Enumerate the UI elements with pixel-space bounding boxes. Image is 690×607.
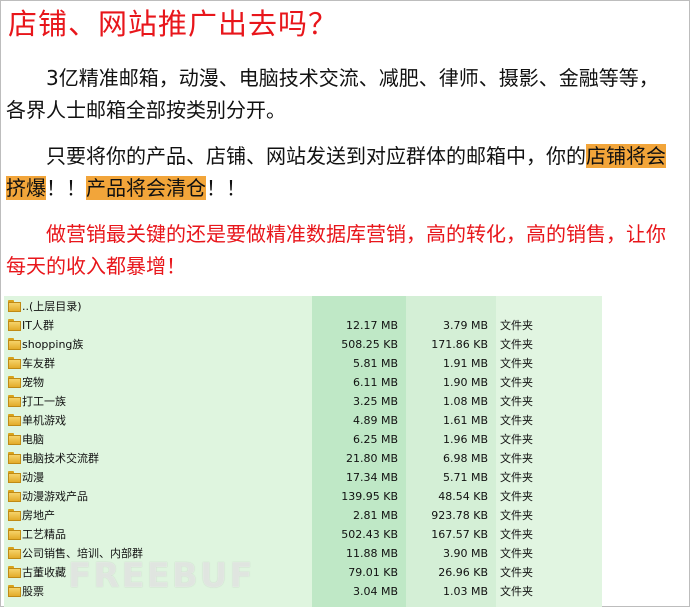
file-name: 股票 (22, 585, 44, 598)
file-name: 古董收藏 (22, 566, 66, 579)
file-row[interactable]: 房地产 2.81 MB 923.78 KB 文件夹 (4, 506, 602, 525)
file-row[interactable]: 工艺精品 502.43 KB 167.57 KB 文件夹 (4, 525, 602, 544)
file-name: IT人群 (22, 319, 54, 332)
file-size: 508.25 KB (341, 338, 398, 351)
pitch-exclaim-1: ！！ (46, 176, 86, 200)
file-type: 文件夹 (500, 414, 533, 427)
file-size: 6.25 MB (352, 433, 398, 446)
file-name: 电脑技术交流群 (22, 452, 99, 465)
folder-icon (8, 509, 21, 521)
file-row[interactable]: 动漫 17.34 MB 5.71 MB 文件夹 (4, 468, 602, 487)
file-name: 单机游戏 (22, 414, 66, 427)
file-type: 文件夹 (500, 376, 533, 389)
file-size: 3.04 MB (352, 585, 398, 598)
file-row[interactable]: 单机游戏 4.89 MB 1.61 MB 文件夹 (4, 411, 602, 430)
file-row[interactable]: shopping族 508.25 KB 171.86 KB 文件夹 (4, 335, 602, 354)
folder-icon (8, 395, 21, 407)
file-name: 工艺精品 (22, 528, 66, 541)
file-compressed-size: 5.71 MB (442, 471, 488, 484)
file-compressed-size: 3.90 MB (442, 547, 488, 560)
folder-icon (8, 566, 21, 578)
watermark: FREEBUF (68, 556, 255, 596)
file-name: 车友群 (22, 357, 55, 370)
folder-icon (8, 547, 21, 559)
file-type: 文件夹 (500, 566, 533, 579)
file-row[interactable]: 宠物 6.11 MB 1.90 MB 文件夹 (4, 373, 602, 392)
file-type: 文件夹 (500, 319, 533, 332)
file-compressed-size: 923.78 KB (431, 509, 488, 522)
file-name: 宠物 (22, 376, 44, 389)
folder-icon (8, 433, 21, 445)
file-size: 79.01 KB (348, 566, 398, 579)
file-name: 房地产 (22, 509, 55, 522)
file-type: 文件夹 (500, 585, 533, 598)
file-type: 文件夹 (500, 528, 533, 541)
folder-icon (8, 319, 21, 331)
pitch-text: 只要将你的产品、店铺、网站发送到对应群体的邮箱中，你的 (46, 144, 586, 168)
file-size: 2.81 MB (352, 509, 398, 522)
folder-icon (8, 376, 21, 388)
file-compressed-size: 171.86 KB (431, 338, 488, 351)
folder-icon (8, 300, 21, 312)
paragraph-pitch: 只要将你的产品、店铺、网站发送到对应群体的邮箱中，你的店铺将会挤爆！！产品将会清… (6, 140, 678, 204)
file-row[interactable]: 电脑 6.25 MB 1.96 MB 文件夹 (4, 430, 602, 449)
folder-icon (8, 357, 21, 369)
file-type: 文件夹 (500, 452, 533, 465)
file-compressed-size: 1.03 MB (442, 585, 488, 598)
file-compressed-size: 1.08 MB (442, 395, 488, 408)
file-name: ..(上层目录) (22, 300, 82, 313)
folder-icon (8, 452, 21, 464)
file-size: 21.80 MB (345, 452, 398, 465)
file-compressed-size: 1.96 MB (442, 433, 488, 446)
folder-icon (8, 414, 21, 426)
file-size: 4.89 MB (352, 414, 398, 427)
file-name: 动漫游戏产品 (22, 490, 88, 503)
file-row[interactable]: 打工一族 3.25 MB 1.08 MB 文件夹 (4, 392, 602, 411)
file-compressed-size: 1.91 MB (442, 357, 488, 370)
file-type: 文件夹 (500, 338, 533, 351)
file-size: 11.88 MB (345, 547, 398, 560)
headline: 店铺、网站推广出去吗？ (8, 7, 339, 41)
paragraph-marketing: 做营销最关键的还是要做精准数据库营销，高的转化，高的销售，让你每天的收入都暴增！ (6, 222, 666, 278)
file-compressed-size: 1.90 MB (442, 376, 488, 389)
file-type: 文件夹 (500, 509, 533, 522)
file-name: 电脑 (22, 433, 44, 446)
file-type: 文件夹 (500, 471, 533, 484)
file-type: 文件夹 (500, 433, 533, 446)
parent-dir-row[interactable]: ..(上层目录) (4, 297, 602, 316)
file-type: 文件夹 (500, 357, 533, 370)
file-compressed-size: 48.54 KB (438, 490, 488, 503)
file-size: 3.25 MB (352, 395, 398, 408)
file-name: 打工一族 (22, 395, 66, 408)
file-size: 502.43 KB (341, 528, 398, 541)
paragraph-intro: 3亿精准邮箱，动漫、电脑技术交流、减肥、律师、摄影、金融等等，各界人士邮箱全部按… (6, 66, 659, 122)
file-size: 6.11 MB (352, 376, 398, 389)
folder-icon (8, 490, 21, 502)
file-type: 文件夹 (500, 395, 533, 408)
highlight-product: 产品将会清仓 (86, 176, 206, 200)
file-compressed-size: 3.79 MB (442, 319, 488, 332)
folder-icon (8, 585, 21, 597)
file-row[interactable]: 车友群 5.81 MB 1.91 MB 文件夹 (4, 354, 602, 373)
file-size: 5.81 MB (352, 357, 398, 370)
file-compressed-size: 6.98 MB (442, 452, 488, 465)
folder-icon (8, 528, 21, 540)
file-compressed-size: 1.61 MB (442, 414, 488, 427)
file-compressed-size: 26.96 KB (438, 566, 488, 579)
file-name: 动漫 (22, 471, 44, 484)
pitch-exclaim-2: ！！ (206, 176, 246, 200)
file-compressed-size: 167.57 KB (431, 528, 488, 541)
file-name: shopping族 (22, 338, 84, 351)
file-size: 12.17 MB (345, 319, 398, 332)
folder-icon (8, 471, 21, 483)
file-type: 文件夹 (500, 490, 533, 503)
file-row[interactable]: 动漫游戏产品 139.95 KB 48.54 KB 文件夹 (4, 487, 602, 506)
folder-icon (8, 338, 21, 350)
file-size: 17.34 MB (345, 471, 398, 484)
file-row[interactable]: IT人群 12.17 MB 3.79 MB 文件夹 (4, 316, 602, 335)
file-row[interactable]: 电脑技术交流群 21.80 MB 6.98 MB 文件夹 (4, 449, 602, 468)
file-type: 文件夹 (500, 547, 533, 560)
file-size: 139.95 KB (341, 490, 398, 503)
